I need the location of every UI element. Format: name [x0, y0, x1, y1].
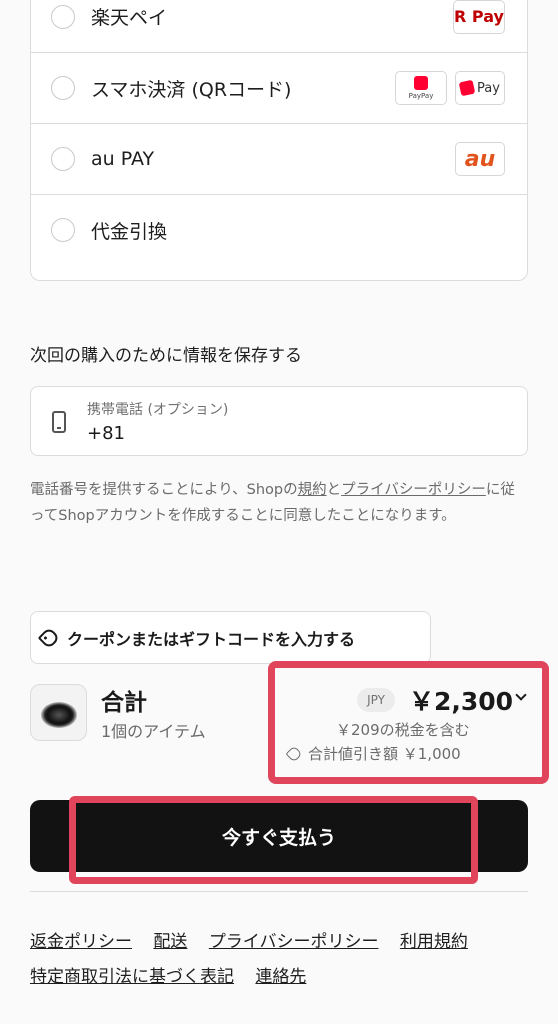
radio-button[interactable]: [51, 4, 75, 29]
privacy-policy-footer-link[interactable]: プライバシーポリシー: [209, 932, 379, 952]
contact-link[interactable]: 連絡先: [255, 967, 306, 987]
total-discount: 合計値引き額 ￥1,000: [285, 743, 461, 764]
terms-of-service-link[interactable]: 利用規約: [400, 932, 468, 952]
payment-option-label: au PAY: [91, 148, 155, 170]
discount-tag-icon: [285, 745, 303, 762]
payment-option-label: 楽天ペイ: [91, 7, 168, 29]
payment-method-list: 楽天ペイ R Pay スマホ決済 (QRコード) PayPay Pay au P…: [30, 0, 528, 281]
radio-button[interactable]: [51, 147, 75, 171]
item-count: 1個のアイテム: [101, 722, 206, 741]
mobile-phone-icon: [52, 411, 66, 433]
consent-and: と: [326, 482, 342, 498]
save-info-heading: 次回の購入のために情報を保存する: [30, 346, 302, 366]
consent-text: 電話番号を提供することにより、Shopの規約とプライバシーポリシーに従ってSho…: [30, 477, 528, 529]
payment-option-label: 代金引換: [91, 220, 168, 243]
terms-link[interactable]: 規約: [298, 482, 327, 498]
au-pay-logo: au: [455, 142, 505, 176]
paypay-logo-text: PayPay: [408, 92, 434, 100]
paypay-mark-icon: [414, 76, 428, 90]
total-discount-text: 合計値引き額 ￥1,000: [308, 745, 461, 763]
payment-option-rakuten-pay[interactable]: 楽天ペイ R Pay: [31, 0, 527, 52]
shipping-link[interactable]: 配送: [153, 932, 187, 952]
coupon-button[interactable]: クーポンまたはギフトコードを入力する: [30, 611, 431, 664]
refund-policy-link[interactable]: 返金ポリシー: [30, 932, 132, 952]
coupon-button-label: クーポンまたはギフトコードを入力する: [67, 629, 356, 649]
tag-icon: [37, 626, 61, 649]
radio-button[interactable]: [51, 218, 75, 242]
phone-field-value[interactable]: +81: [87, 423, 125, 444]
footer-links: 返金ポリシー 配送 プライバシーポリシー 利用規約 特定商取引法に基づく表記 連…: [30, 925, 540, 995]
merpay-logo: Pay: [455, 71, 505, 105]
merpay-mark-icon: [458, 79, 476, 97]
tax-included-text: ￥209の税金を含む: [336, 721, 470, 739]
order-total-title: 合計: [101, 690, 147, 716]
paypay-logo: PayPay: [395, 71, 447, 105]
divider: [30, 891, 528, 892]
payment-option-label: スマホ決済 (QRコード): [91, 78, 292, 101]
currency-badge: JPY: [357, 688, 395, 712]
rakuten-pay-logo: R Pay: [453, 0, 505, 34]
payment-option-cash-on-delivery[interactable]: 代金引換: [31, 194, 527, 265]
payment-option-au-pay[interactable]: au PAY au: [31, 123, 527, 194]
total-price[interactable]: ￥2,300: [409, 682, 513, 718]
phone-field-label: 携帯電話 (オプション): [87, 402, 229, 418]
radio-button[interactable]: [51, 76, 75, 100]
privacy-policy-link[interactable]: プライバシーポリシー: [341, 482, 486, 498]
merpay-logo-text: Pay: [477, 80, 500, 96]
phone-field[interactable]: 携帯電話 (オプション) +81: [30, 386, 528, 456]
consent-prefix: 電話番号を提供することにより、Shopの: [30, 482, 298, 498]
pay-now-button-label[interactable]: 今すぐ支払う: [30, 800, 528, 872]
product-image: [41, 702, 77, 728]
payment-option-qr-code[interactable]: スマホ決済 (QRコード) PayPay Pay: [31, 52, 527, 123]
product-thumbnail: [30, 684, 87, 741]
legal-notice-link[interactable]: 特定商取引法に基づく表記: [30, 967, 234, 987]
